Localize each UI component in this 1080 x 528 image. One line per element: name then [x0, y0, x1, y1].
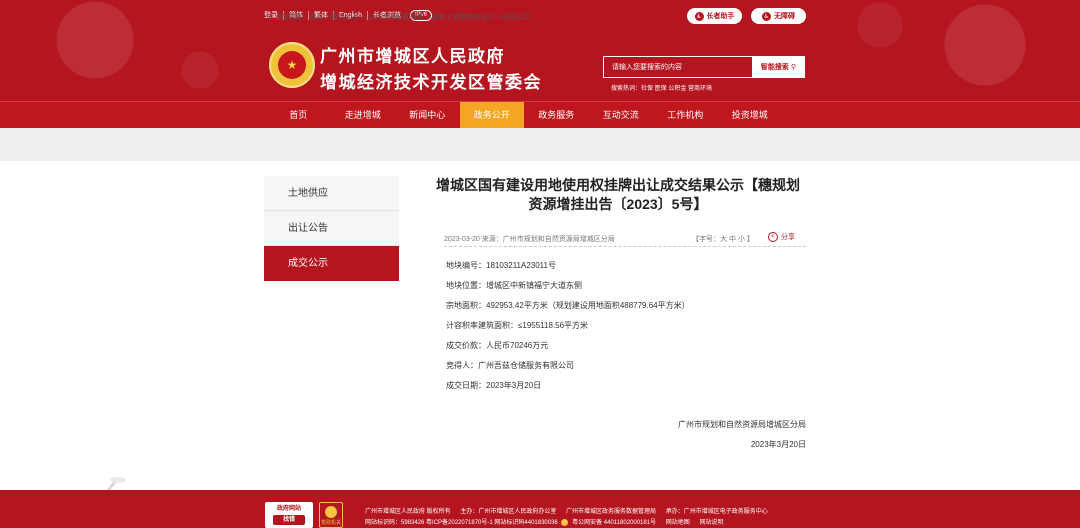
nav-item-news[interactable]: 新闻中心: [395, 102, 460, 129]
footer-data-bureau: 广州市增城区政务服务数据管理局: [566, 509, 657, 515]
nav-item-home[interactable]: 首页: [266, 102, 331, 129]
main-nav: 首页 走进增城 新闻中心 政务公开 政务服务 互动交流 工作机构 投资增城: [0, 101, 1080, 129]
accessibility-button[interactable]: ♿ 无障碍: [751, 8, 806, 24]
breadcrumb: ⚲ 当前位置：首页 > 政务公开 > 公共资源配置领域 > 国有土地使用权出让 > 成交…: [266, 12, 531, 22]
article-sign-date: 2023年3月20日: [750, 440, 806, 449]
search-button-label: 智能搜索: [760, 64, 789, 71]
breadcrumb-gov-affairs[interactable]: 政务公开: [331, 12, 359, 22]
breadcrumb-land-transfer[interactable]: 国有土地使用权出让: [431, 12, 494, 22]
sidebar-item-deal-notice[interactable]: 成交公示: [264, 246, 399, 281]
accessibility-icon: ♿: [762, 11, 771, 21]
sidebar-item-transfer-notice[interactable]: 出让公告: [264, 211, 399, 246]
nav-item-gov-affairs[interactable]: 政务公开: [459, 102, 524, 129]
site-title-line1: 广州市增城区人民政府: [320, 47, 505, 66]
share-button[interactable]: < 分享: [768, 232, 795, 242]
share-label: 分享: [781, 234, 795, 241]
breadcrumb-current[interactable]: 成交公示: [503, 12, 531, 22]
gov-site-error-report-logo[interactable]: 政府网站 找错: [265, 502, 313, 528]
search-input[interactable]: [603, 56, 752, 78]
footer-site-notes-link[interactable]: 网站说明: [699, 520, 723, 526]
nav-item-invest[interactable]: 投资增城: [718, 102, 783, 129]
sidebar: 土地供应 出让公告 成交公示: [264, 176, 399, 281]
party-gov-agency-logo[interactable]: 党政机关: [319, 502, 343, 528]
font-size-switcher[interactable]: 【字号：大 中 小 】: [692, 234, 754, 244]
emblem-star-icon: ★: [278, 51, 306, 79]
search-button[interactable]: 智能搜索 ⚲: [752, 56, 805, 78]
article-meta: 2023-03-20 来源：广州市规划和自然资源局增城区分局 【字号：大 中 小…: [444, 228, 806, 247]
article-body: 地块编号：18103211A23011号 地块位置：增城区中新镇福宁大道东侧 宗…: [446, 261, 806, 401]
field-deal-date: 成交日期：2023年3月20日: [446, 381, 542, 390]
footer-sitemap-link[interactable]: 网站地图: [666, 520, 690, 526]
breadcrumb-public-resources[interactable]: 公共资源配置领域: [367, 12, 423, 22]
field-area: 宗地面积：492953.42平方米（规划建设用地面积488779.64平方米）: [446, 301, 690, 310]
field-parcel-no: 地块编号：18103211A23011号: [446, 261, 556, 270]
share-icon: <: [768, 232, 778, 242]
nav-item-about[interactable]: 走进增城: [331, 102, 396, 129]
gov-site-logo-line2: 找错: [273, 515, 305, 525]
article-signature: 广州市规划和自然资源局增城区分局: [678, 420, 806, 429]
field-location: 地块位置：增城区中新镇福宁大道东侧: [446, 281, 582, 290]
site-title-line2: 增城经济技术开发区管委会: [320, 73, 542, 92]
nav-item-agencies[interactable]: 工作机构: [653, 102, 718, 129]
party-emblem-icon: [325, 506, 337, 518]
gov-site-logo-line1: 政府网站: [276, 506, 301, 512]
party-gov-agency-label: 党政机关: [320, 520, 341, 526]
accessibility-label: 无障碍: [774, 13, 795, 20]
article-title: 增城区国有建设用地使用权挂牌出让成交结果公示【穗规划 资源增挂出告〔2023〕5…: [430, 176, 806, 214]
footer-copyright: 广州市增城区人民政府 版权所有: [365, 509, 451, 515]
footer-organizer: 承办：广州市增城区电子政务服务中心: [665, 509, 768, 515]
article-title-line1: 增城区国有建设用地使用权挂牌出让成交结果公示【穗规划: [436, 177, 800, 193]
field-floor-area: 计容积率建筑面积：≤1955118.56平方米: [446, 321, 589, 330]
footer-line-2: 网站标识码：5983426 粤ICP备2022071870号-1 网站标识码44…: [365, 517, 731, 526]
nav-item-interaction[interactable]: 互动交流: [589, 102, 654, 129]
footer-police-record[interactable]: 粤公网安备 44011802000181号: [572, 520, 656, 526]
nav-item-services[interactable]: 政务服务: [524, 102, 589, 129]
article: 增城区国有建设用地使用权挂牌出让成交结果公示【穗规划 资源增挂出告〔2023〕5…: [430, 176, 806, 449]
search-icon: ⚲: [790, 64, 797, 71]
breadcrumb-bar: [0, 128, 1080, 161]
field-price: 成交价款：人民币70246万元: [446, 341, 549, 350]
search-bar: 智能搜索 ⚲: [603, 56, 805, 78]
footer-icp[interactable]: 网站标识码：5983426 粤ICP备2022071870号-1 网站标识码44…: [365, 520, 558, 526]
sidebar-item-land-supply[interactable]: 土地供应: [264, 176, 399, 211]
footer-line-1: 广州市增城区人民政府 版权所有 主办：广州市增城区人民政府办公室 广州市增城区政…: [365, 506, 776, 515]
national-emblem-logo: ★: [269, 42, 315, 88]
breadcrumb-home[interactable]: 当前位置：首页: [274, 12, 323, 22]
hot-words: 搜索热词：社保 医保 公积金 营商环境: [611, 86, 713, 92]
elder-icon: ♿: [694, 11, 704, 21]
location-pin-icon: ⚲: [266, 14, 272, 21]
elder-assistant-button[interactable]: ♿ 长者助手: [687, 8, 742, 24]
footer-sponsor: 主办：广州市增城区人民政府办公室: [460, 509, 557, 515]
police-badge-icon: [561, 518, 569, 526]
article-date-source: 2023-03-20 来源：广州市规划和自然资源局增城区分局: [444, 236, 615, 243]
article-title-line2: 资源增挂出告〔2023〕5号】: [528, 196, 708, 212]
field-winner: 竞得人：广州吾兹仓储服务有限公司: [446, 361, 574, 370]
elder-assistant-label: 长者助手: [706, 13, 735, 20]
